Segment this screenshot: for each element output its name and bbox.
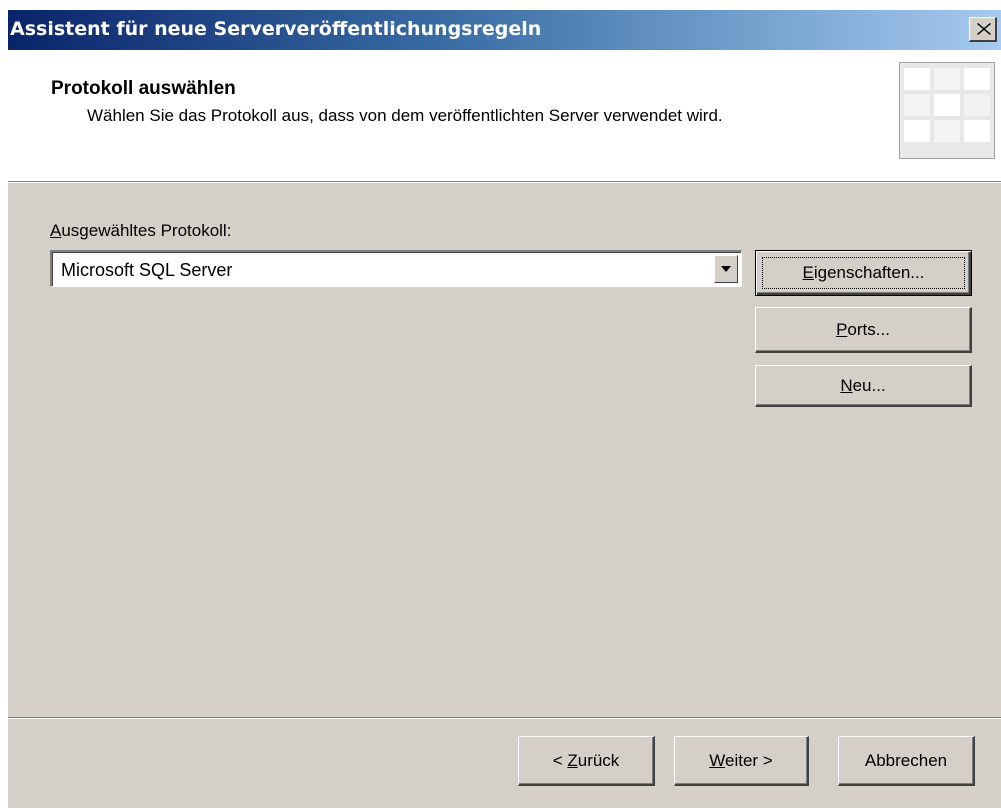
ports-button-label: orts... bbox=[847, 319, 890, 339]
wizard-dialog: Assistent für neue Serververöffentlichun… bbox=[8, 10, 1001, 808]
next-button[interactable]: Weiter > bbox=[674, 736, 809, 786]
back-button[interactable]: < Zurück bbox=[518, 736, 655, 786]
title-bar[interactable]: Assistent für neue Serververöffentlichun… bbox=[8, 10, 1001, 50]
page-title: Protokoll auswählen bbox=[51, 78, 236, 99]
cancel-button-label: Abbrechen bbox=[864, 750, 948, 770]
new-button[interactable]: Neu... bbox=[755, 365, 972, 407]
footer-divider bbox=[8, 717, 1001, 719]
ports-button[interactable]: Ports... bbox=[755, 307, 972, 353]
close-button[interactable] bbox=[969, 17, 997, 42]
properties-button-label: igenschaften... bbox=[813, 263, 925, 282]
protocol-label-text: usgewähltes Protokoll: bbox=[61, 221, 232, 240]
window-title: Assistent für neue Serververöffentlichun… bbox=[10, 18, 542, 40]
wizard-header-graphic bbox=[899, 62, 995, 159]
header-divider bbox=[8, 181, 1001, 183]
back-button-mnemonic: Z bbox=[567, 750, 578, 770]
next-button-mnemonic: W bbox=[709, 750, 725, 770]
properties-button[interactable]: Eigenschaften... bbox=[755, 250, 972, 296]
protocol-label-mnemonic: A bbox=[50, 221, 62, 240]
dropdown-arrow-button[interactable] bbox=[714, 255, 738, 283]
protocol-label: Ausgewähltes Protokoll: bbox=[50, 221, 231, 241]
wizard-header: Protokoll auswählen Wählen Sie das Proto… bbox=[8, 50, 1001, 181]
properties-button-mnemonic: E bbox=[802, 263, 814, 282]
ports-button-mnemonic: P bbox=[836, 319, 848, 339]
new-button-mnemonic: N bbox=[840, 375, 853, 395]
close-icon bbox=[977, 23, 991, 35]
next-button-label: eiter > bbox=[725, 750, 773, 770]
cancel-button[interactable]: Abbrechen bbox=[838, 736, 975, 786]
protocol-dropdown-value: Microsoft SQL Server bbox=[61, 260, 233, 280]
chevron-down-icon bbox=[721, 266, 731, 272]
page-description: Wählen Sie das Protokoll aus, dass von d… bbox=[87, 106, 723, 125]
back-button-prefix: < bbox=[552, 750, 568, 770]
back-button-label: urück bbox=[577, 750, 620, 770]
protocol-dropdown[interactable]: Microsoft SQL Server bbox=[50, 250, 742, 287]
new-button-label: eu... bbox=[852, 375, 886, 395]
